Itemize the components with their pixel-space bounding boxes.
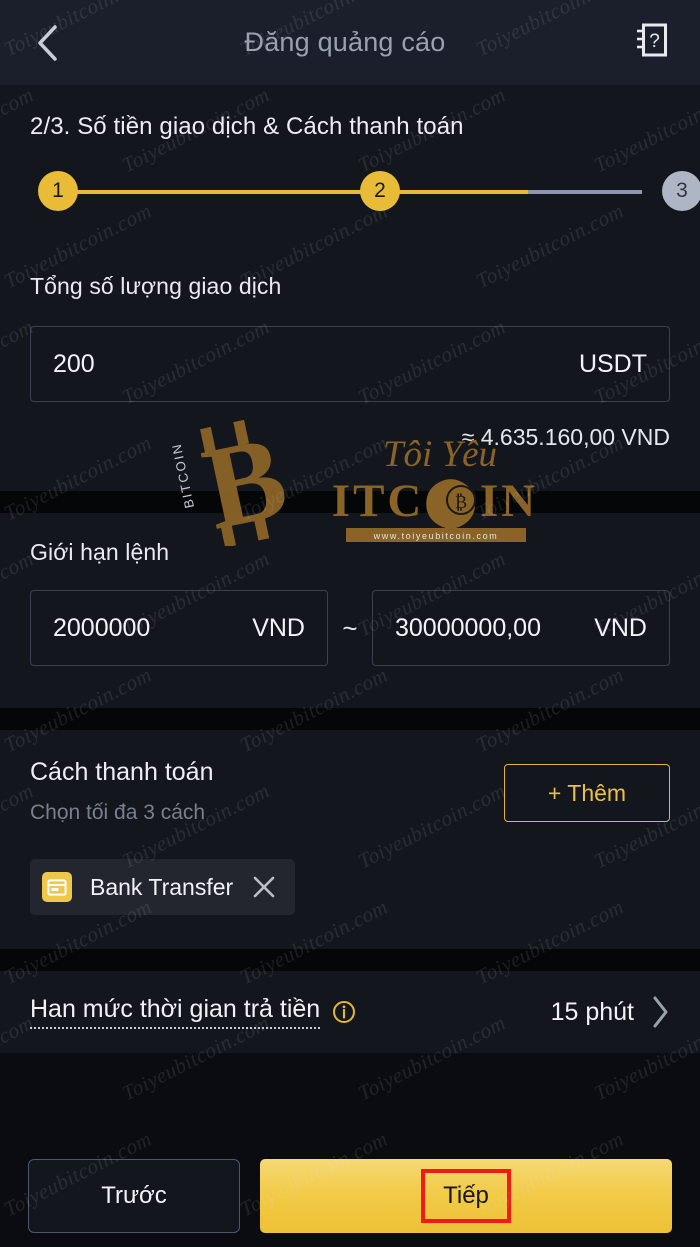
amount-unit: USDT — [578, 349, 647, 378]
payment-method-chip[interactable]: Bank Transfer — [30, 859, 296, 915]
chevron-right-icon — [650, 995, 670, 1029]
payment-method-name: Bank Transfer — [90, 873, 234, 900]
time-limit-value: 15 phút — [550, 997, 634, 1026]
time-limit-right[interactable]: 15 phút — [551, 995, 670, 1029]
limit-min-value[interactable]: 2000000 — [53, 614, 252, 643]
payment-section: Cách thanh toán Chọn tối đa 3 cách + Thê… — [0, 730, 700, 949]
amount-value[interactable]: 200 — [53, 350, 579, 379]
step-title: 2/3. Số tiền giao dịch & Cách thanh toán — [30, 113, 464, 140]
limit-section: Giới hạn lệnh 2000000 VND ~ 30000000,00 … — [0, 513, 700, 708]
amount-section: Tổng số lượng giao dịch 200 USDT ≈ 4.635… — [0, 247, 700, 491]
bank-card-icon — [42, 872, 72, 902]
progress-fill — [58, 190, 528, 194]
time-limit-label: Han mức thời gian trả tiền — [30, 995, 321, 1029]
app-header: Đăng quảng cáo ? — [0, 0, 700, 85]
amount-approx-value: ≈ 4.635.160,00 VND — [461, 424, 670, 450]
limit-max-value[interactable]: 30000000,00 — [395, 614, 594, 643]
section-divider-2 — [0, 708, 700, 730]
payment-method-list: Bank Transfer — [30, 859, 670, 915]
amount-label: Tổng số lượng giao dịch — [30, 273, 282, 299]
close-icon[interactable] — [251, 874, 277, 900]
limit-row: 2000000 VND ~ 30000000,00 VND — [30, 590, 670, 666]
payment-header-text: Cách thanh toán Chọn tối đa 3 cách — [30, 758, 213, 825]
page-title: Đăng quảng cáo — [244, 27, 446, 57]
time-limit-row[interactable]: Han mức thời gian trả tiền 15 phút — [0, 971, 700, 1053]
app-screen: Đăng quảng cáo ? 2/3. Số tiền giao dịch … — [0, 0, 700, 1247]
payment-subtitle: Chọn tối đa 3 cách — [30, 801, 206, 824]
limit-max-input[interactable]: 30000000,00 VND — [372, 590, 670, 666]
limit-min-input[interactable]: 2000000 VND — [30, 590, 328, 666]
notebook-question-icon: ? — [635, 22, 669, 63]
footer-actions: Trước Tiếp — [0, 1145, 700, 1247]
amount-input[interactable]: 200 USDT — [30, 326, 670, 402]
limit-max-unit: VND — [594, 613, 647, 642]
next-button-label: Tiếp — [443, 1182, 489, 1209]
limit-separator: ~ — [342, 612, 358, 643]
previous-button[interactable]: Trước — [28, 1159, 240, 1233]
step-section: 2/3. Số tiền giao dịch & Cách thanh toán… — [0, 85, 700, 247]
step-dot-3[interactable]: 3 — [662, 171, 700, 211]
payment-header: Cách thanh toán Chọn tối đa 3 cách + Thê… — [30, 758, 670, 825]
section-divider-3 — [0, 949, 700, 971]
step-progress: 1 2 3 — [30, 171, 700, 213]
step-dot-1[interactable]: 1 — [38, 171, 78, 211]
limit-min-unit: VND — [252, 613, 305, 642]
add-payment-method-button[interactable]: + Thêm — [504, 764, 670, 822]
payment-title: Cách thanh toán — [30, 758, 214, 786]
time-limit-left: Han mức thời gian trả tiền — [30, 995, 356, 1029]
svg-text:?: ? — [649, 31, 660, 52]
info-circle-icon[interactable] — [332, 1000, 356, 1024]
step-dot-2[interactable]: 2 — [360, 171, 400, 211]
chevron-left-icon — [35, 23, 61, 63]
section-divider-1 — [0, 491, 700, 513]
limit-label: Giới hạn lệnh — [30, 539, 170, 565]
help-button[interactable]: ? — [630, 21, 674, 65]
next-button[interactable]: Tiếp — [260, 1159, 672, 1233]
